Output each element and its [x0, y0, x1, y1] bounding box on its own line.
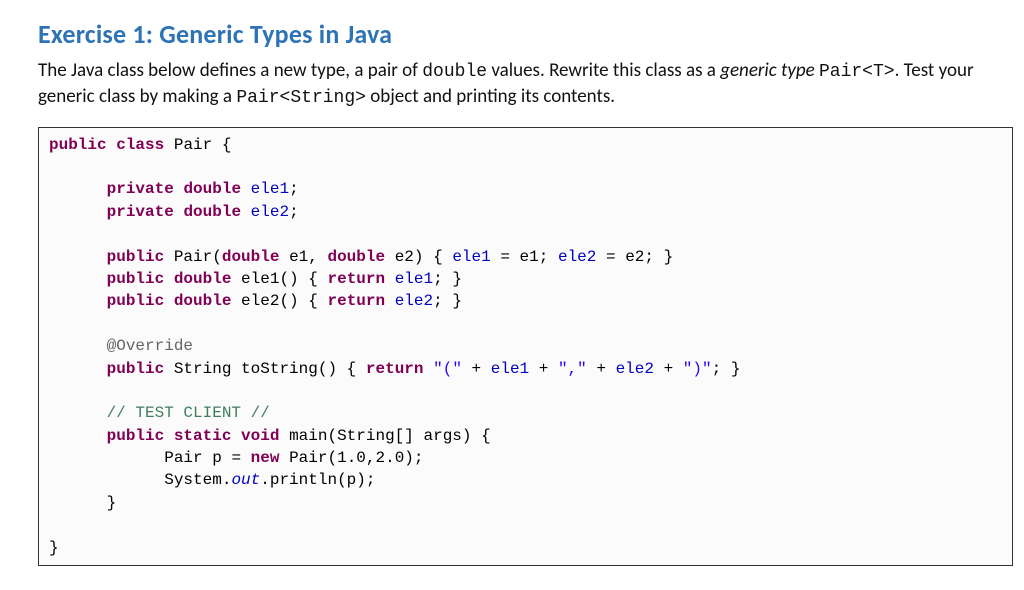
comment-test-client: // TEST CLIENT //	[107, 404, 270, 422]
exercise-heading: Exercise 1: Generic Types in Java	[38, 18, 996, 50]
semi: ;	[644, 248, 654, 266]
kw-public: public	[107, 292, 165, 310]
type-pair: Pair	[164, 449, 202, 467]
field-ele2: ele2	[251, 203, 289, 221]
kw-public: public	[49, 136, 107, 154]
plus: +	[587, 360, 616, 378]
kw-double: double	[174, 292, 232, 310]
paren: )	[414, 248, 424, 266]
brace: }	[107, 494, 117, 512]
brace: {	[308, 270, 318, 288]
ctor-name: Pair	[174, 248, 212, 266]
semi: ;	[289, 180, 299, 198]
semi: ;	[433, 292, 443, 310]
brace: {	[308, 292, 318, 310]
semi: ;	[289, 203, 299, 221]
brace: {	[222, 136, 232, 154]
field-ele1: ele1	[491, 360, 529, 378]
field-ele2: ele2	[558, 248, 596, 266]
field-ele1: ele1	[452, 248, 490, 266]
kw-private: private	[107, 180, 174, 198]
annotation-override: @Override	[107, 337, 193, 355]
eq: =	[491, 248, 520, 266]
plus: +	[654, 360, 683, 378]
brace: {	[481, 427, 491, 445]
semi: ;	[414, 449, 424, 467]
field-ele2: ele2	[395, 292, 433, 310]
kw-return: return	[327, 292, 385, 310]
inline-code-pair-t: Pair<T>	[819, 62, 895, 82]
string-literal: ","	[558, 360, 587, 378]
string-literal: "("	[433, 360, 462, 378]
println: .println(p)	[260, 471, 366, 489]
param-e2: e2	[395, 248, 414, 266]
kw-double: double	[183, 203, 241, 221]
kw-double: double	[183, 180, 241, 198]
semi: ;	[539, 248, 549, 266]
kw-return: return	[327, 270, 385, 288]
kw-static: static	[174, 427, 232, 445]
type-string: String	[174, 360, 232, 378]
kw-class: class	[116, 136, 164, 154]
ctor-call: Pair(1.0,2.0)	[289, 449, 414, 467]
kw-public: public	[107, 360, 165, 378]
inline-code-pair-string: Pair<String>	[236, 88, 366, 108]
intro-text: values. Rewrite this class as a	[487, 59, 720, 82]
kw-public: public	[107, 427, 165, 445]
comma: ,	[308, 248, 327, 266]
kw-double: double	[222, 248, 280, 266]
intro-text: The Java class below defines a new type,…	[38, 59, 422, 82]
kw-public: public	[107, 270, 165, 288]
field-ele1: ele1	[395, 270, 433, 288]
method-ele1: ele1()	[241, 270, 299, 288]
brace: }	[731, 360, 741, 378]
brace: }	[452, 270, 462, 288]
brace: }	[664, 248, 674, 266]
kw-return: return	[366, 360, 424, 378]
kw-void: void	[241, 427, 279, 445]
string-literal: ")"	[683, 360, 712, 378]
brace: }	[452, 292, 462, 310]
brace: {	[433, 248, 443, 266]
brace: {	[347, 360, 357, 378]
system: System.	[164, 471, 231, 489]
exercise-intro: The Java class below defines a new type,…	[38, 58, 996, 111]
method-tostring: toString()	[241, 360, 337, 378]
var-p: p	[212, 449, 222, 467]
param-args: args	[423, 427, 461, 445]
kw-new: new	[251, 449, 280, 467]
param-e2: e2	[625, 248, 644, 266]
paren: (	[212, 248, 222, 266]
eq: =	[222, 449, 251, 467]
kw-private: private	[107, 203, 174, 221]
inline-code-double: double	[422, 62, 487, 82]
intro-italic-generic-type: generic type	[720, 59, 814, 82]
class-name: Pair	[174, 136, 212, 154]
field-ele2: ele2	[616, 360, 654, 378]
method-main: main(String[]	[289, 427, 423, 445]
eq: =	[596, 248, 625, 266]
field-ele1: ele1	[251, 180, 289, 198]
field-out: out	[231, 471, 260, 489]
intro-text: object and printing its contents.	[366, 85, 615, 108]
param-e1: e1	[520, 248, 539, 266]
semi: ;	[433, 270, 443, 288]
code-block-pair-class: public class Pair { private double ele1;…	[38, 127, 1013, 566]
kw-public: public	[107, 248, 165, 266]
paren: )	[462, 427, 472, 445]
plus: +	[529, 360, 558, 378]
plus: +	[462, 360, 491, 378]
kw-double: double	[174, 270, 232, 288]
method-ele2: ele2()	[241, 292, 299, 310]
semi: ;	[366, 471, 376, 489]
semi: ;	[712, 360, 722, 378]
param-e1: e1	[289, 248, 308, 266]
brace: }	[49, 539, 59, 557]
kw-double: double	[327, 248, 385, 266]
